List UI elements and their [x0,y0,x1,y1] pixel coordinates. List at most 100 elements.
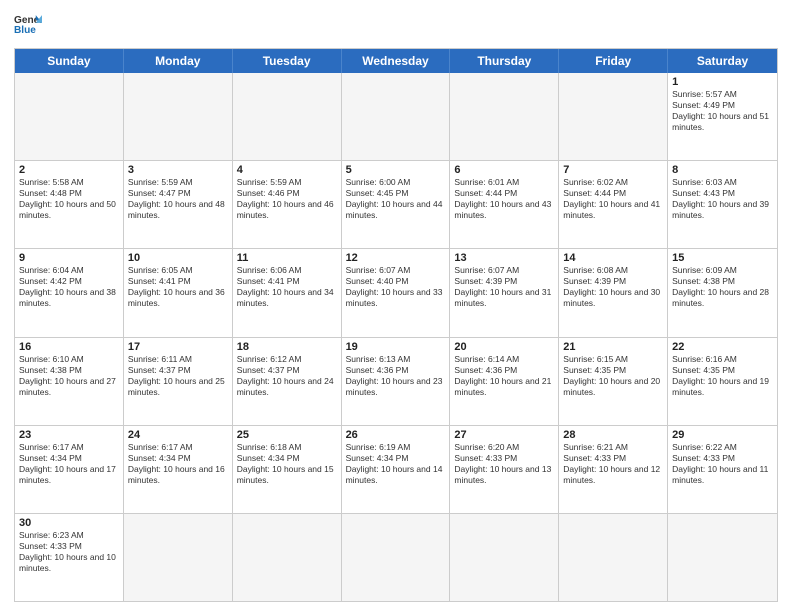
day-info: Sunrise: 6:06 AM Sunset: 4:41 PM Dayligh… [237,265,337,309]
day-info: Sunrise: 5:59 AM Sunset: 4:46 PM Dayligh… [237,177,337,221]
day-cell-20: 20Sunrise: 6:14 AM Sunset: 4:36 PM Dayli… [450,338,559,425]
day-number: 29 [672,429,773,441]
calendar-body: 1Sunrise: 5:57 AM Sunset: 4:49 PM Daylig… [15,73,777,601]
day-number: 10 [128,252,228,264]
svg-text:Blue: Blue [14,25,36,36]
empty-cell [450,514,559,601]
logo-icon: General Blue [14,12,42,40]
empty-cell [342,514,451,601]
calendar-row-0: 1Sunrise: 5:57 AM Sunset: 4:49 PM Daylig… [15,73,777,160]
day-cell-17: 17Sunrise: 6:11 AM Sunset: 4:37 PM Dayli… [124,338,233,425]
day-info: Sunrise: 6:23 AM Sunset: 4:33 PM Dayligh… [19,530,119,574]
day-info: Sunrise: 5:59 AM Sunset: 4:47 PM Dayligh… [128,177,228,221]
day-info: Sunrise: 6:19 AM Sunset: 4:34 PM Dayligh… [346,442,446,486]
day-cell-4: 4Sunrise: 5:59 AM Sunset: 4:46 PM Daylig… [233,161,342,248]
day-cell-3: 3Sunrise: 5:59 AM Sunset: 4:47 PM Daylig… [124,161,233,248]
day-info: Sunrise: 6:02 AM Sunset: 4:44 PM Dayligh… [563,177,663,221]
day-info: Sunrise: 6:10 AM Sunset: 4:38 PM Dayligh… [19,354,119,398]
weekday-header-friday: Friday [559,49,668,73]
day-info: Sunrise: 6:14 AM Sunset: 4:36 PM Dayligh… [454,354,554,398]
day-info: Sunrise: 6:08 AM Sunset: 4:39 PM Dayligh… [563,265,663,309]
day-number: 2 [19,164,119,176]
day-cell-26: 26Sunrise: 6:19 AM Sunset: 4:34 PM Dayli… [342,426,451,513]
empty-cell [342,73,451,160]
calendar-row-1: 2Sunrise: 5:58 AM Sunset: 4:48 PM Daylig… [15,160,777,248]
day-cell-8: 8Sunrise: 6:03 AM Sunset: 4:43 PM Daylig… [668,161,777,248]
day-cell-11: 11Sunrise: 6:06 AM Sunset: 4:41 PM Dayli… [233,249,342,336]
day-info: Sunrise: 6:22 AM Sunset: 4:33 PM Dayligh… [672,442,773,486]
day-info: Sunrise: 6:11 AM Sunset: 4:37 PM Dayligh… [128,354,228,398]
day-cell-13: 13Sunrise: 6:07 AM Sunset: 4:39 PM Dayli… [450,249,559,336]
calendar-row-5: 30Sunrise: 6:23 AM Sunset: 4:33 PM Dayli… [15,513,777,601]
header: General Blue [14,12,778,40]
day-cell-24: 24Sunrise: 6:17 AM Sunset: 4:34 PM Dayli… [124,426,233,513]
day-info: Sunrise: 6:09 AM Sunset: 4:38 PM Dayligh… [672,265,773,309]
day-cell-15: 15Sunrise: 6:09 AM Sunset: 4:38 PM Dayli… [668,249,777,336]
day-info: Sunrise: 6:13 AM Sunset: 4:36 PM Dayligh… [346,354,446,398]
day-cell-28: 28Sunrise: 6:21 AM Sunset: 4:33 PM Dayli… [559,426,668,513]
empty-cell [124,514,233,601]
day-info: Sunrise: 6:16 AM Sunset: 4:35 PM Dayligh… [672,354,773,398]
day-number: 8 [672,164,773,176]
day-cell-6: 6Sunrise: 6:01 AM Sunset: 4:44 PM Daylig… [450,161,559,248]
day-info: Sunrise: 6:00 AM Sunset: 4:45 PM Dayligh… [346,177,446,221]
day-number: 9 [19,252,119,264]
day-info: Sunrise: 6:12 AM Sunset: 4:37 PM Dayligh… [237,354,337,398]
day-info: Sunrise: 6:03 AM Sunset: 4:43 PM Dayligh… [672,177,773,221]
day-number: 3 [128,164,228,176]
day-number: 7 [563,164,663,176]
logo: General Blue [14,12,48,40]
day-info: Sunrise: 6:20 AM Sunset: 4:33 PM Dayligh… [454,442,554,486]
day-cell-25: 25Sunrise: 6:18 AM Sunset: 4:34 PM Dayli… [233,426,342,513]
day-number: 27 [454,429,554,441]
day-number: 23 [19,429,119,441]
weekday-header-sunday: Sunday [15,49,124,73]
day-cell-10: 10Sunrise: 6:05 AM Sunset: 4:41 PM Dayli… [124,249,233,336]
calendar-row-2: 9Sunrise: 6:04 AM Sunset: 4:42 PM Daylig… [15,248,777,336]
day-info: Sunrise: 6:15 AM Sunset: 4:35 PM Dayligh… [563,354,663,398]
empty-cell [233,73,342,160]
empty-cell [233,514,342,601]
day-info: Sunrise: 6:07 AM Sunset: 4:40 PM Dayligh… [346,265,446,309]
day-number: 24 [128,429,228,441]
day-number: 30 [19,517,119,529]
day-number: 19 [346,341,446,353]
day-cell-2: 2Sunrise: 5:58 AM Sunset: 4:48 PM Daylig… [15,161,124,248]
day-cell-19: 19Sunrise: 6:13 AM Sunset: 4:36 PM Dayli… [342,338,451,425]
day-info: Sunrise: 6:21 AM Sunset: 4:33 PM Dayligh… [563,442,663,486]
weekday-header-saturday: Saturday [668,49,777,73]
day-number: 21 [563,341,663,353]
day-number: 20 [454,341,554,353]
day-number: 22 [672,341,773,353]
day-cell-21: 21Sunrise: 6:15 AM Sunset: 4:35 PM Dayli… [559,338,668,425]
day-info: Sunrise: 6:04 AM Sunset: 4:42 PM Dayligh… [19,265,119,309]
day-number: 14 [563,252,663,264]
day-number: 25 [237,429,337,441]
calendar: SundayMondayTuesdayWednesdayThursdayFrid… [14,48,778,602]
day-cell-5: 5Sunrise: 6:00 AM Sunset: 4:45 PM Daylig… [342,161,451,248]
day-cell-29: 29Sunrise: 6:22 AM Sunset: 4:33 PM Dayli… [668,426,777,513]
empty-cell [559,73,668,160]
day-cell-23: 23Sunrise: 6:17 AM Sunset: 4:34 PM Dayli… [15,426,124,513]
day-cell-7: 7Sunrise: 6:02 AM Sunset: 4:44 PM Daylig… [559,161,668,248]
calendar-row-4: 23Sunrise: 6:17 AM Sunset: 4:34 PM Dayli… [15,425,777,513]
empty-cell [559,514,668,601]
day-number: 28 [563,429,663,441]
day-cell-1: 1Sunrise: 5:57 AM Sunset: 4:49 PM Daylig… [668,73,777,160]
day-number: 5 [346,164,446,176]
day-info: Sunrise: 6:18 AM Sunset: 4:34 PM Dayligh… [237,442,337,486]
day-number: 11 [237,252,337,264]
day-cell-30: 30Sunrise: 6:23 AM Sunset: 4:33 PM Dayli… [15,514,124,601]
day-info: Sunrise: 6:17 AM Sunset: 4:34 PM Dayligh… [19,442,119,486]
empty-cell [668,514,777,601]
day-info: Sunrise: 6:01 AM Sunset: 4:44 PM Dayligh… [454,177,554,221]
day-number: 13 [454,252,554,264]
weekday-header-tuesday: Tuesday [233,49,342,73]
day-info: Sunrise: 5:58 AM Sunset: 4:48 PM Dayligh… [19,177,119,221]
day-number: 4 [237,164,337,176]
calendar-row-3: 16Sunrise: 6:10 AM Sunset: 4:38 PM Dayli… [15,337,777,425]
weekday-header-monday: Monday [124,49,233,73]
day-cell-14: 14Sunrise: 6:08 AM Sunset: 4:39 PM Dayli… [559,249,668,336]
empty-cell [124,73,233,160]
day-cell-22: 22Sunrise: 6:16 AM Sunset: 4:35 PM Dayli… [668,338,777,425]
